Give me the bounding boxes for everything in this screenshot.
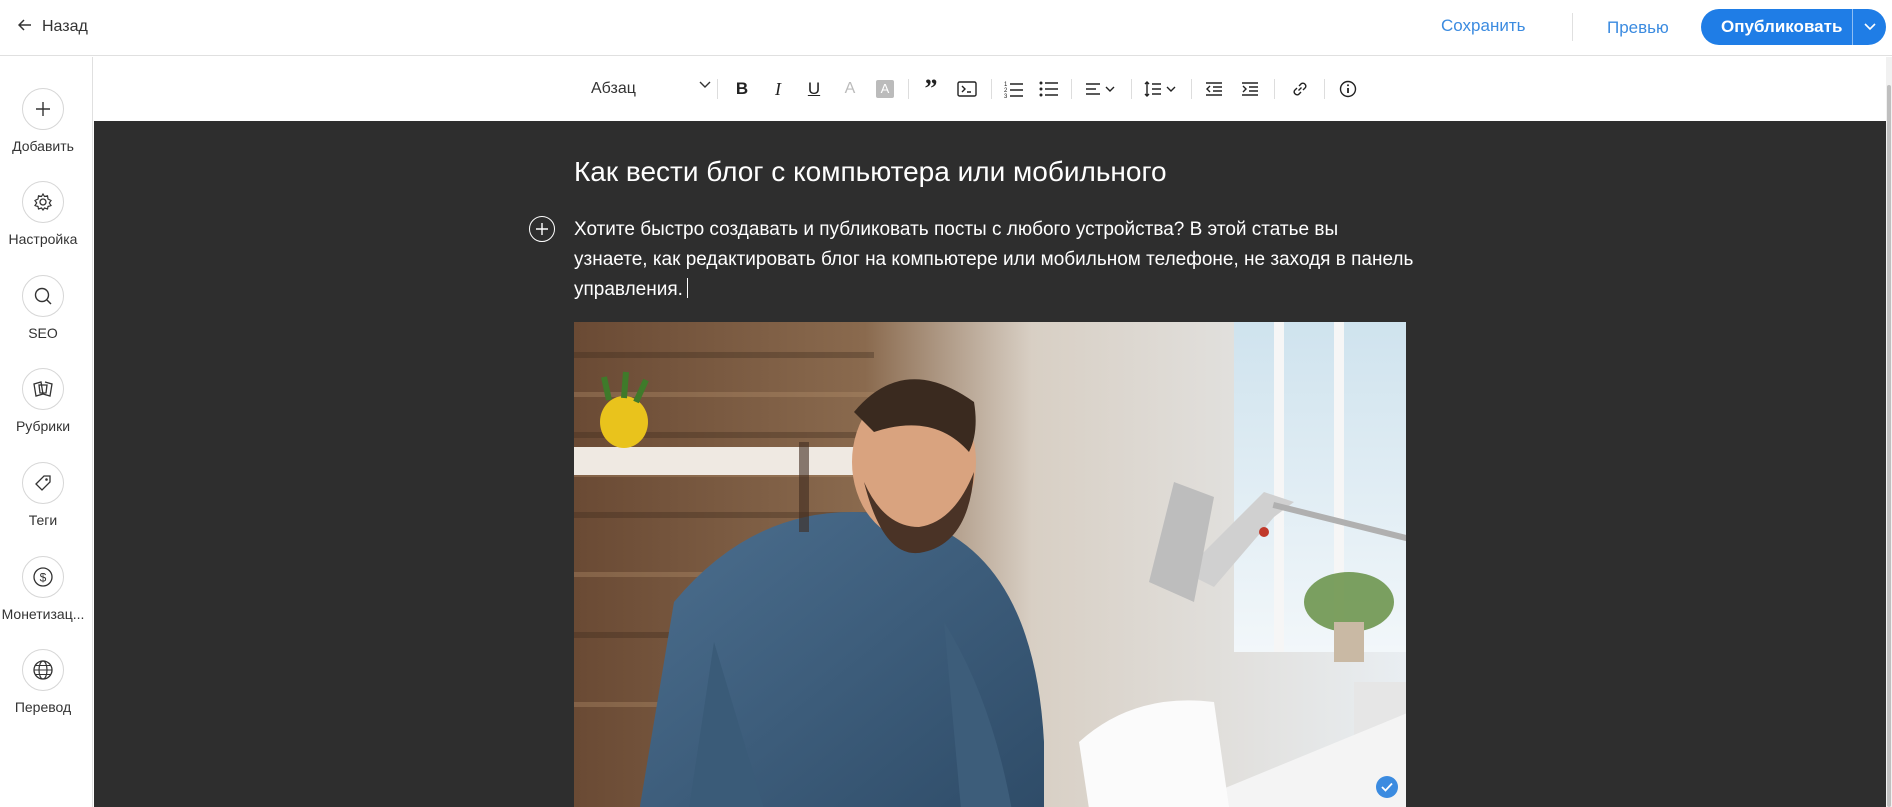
post-title[interactable]: Как вести блог с компьютера или мобильно… — [574, 154, 1474, 190]
info-button[interactable] — [1336, 77, 1360, 101]
check-badge-icon — [1376, 776, 1398, 798]
align-icon — [1086, 83, 1100, 95]
bold-button[interactable]: B — [730, 77, 754, 101]
divider — [1572, 13, 1573, 41]
sidebar-item-translate[interactable]: Перевод — [0, 649, 86, 715]
toolbar-divider — [1274, 79, 1275, 99]
toolbar-divider — [717, 79, 718, 99]
post-image[interactable] — [574, 322, 1406, 807]
scrollbar-thumb[interactable] — [1887, 85, 1891, 807]
chevron-down-icon — [1863, 23, 1876, 31]
ordered-list-button[interactable]: 123 — [1002, 77, 1026, 101]
publish-button[interactable]: Опубликовать — [1701, 17, 1852, 37]
line-spacing-icon — [1144, 81, 1161, 97]
plus-icon — [22, 88, 64, 130]
arrow-left-icon — [17, 18, 32, 36]
bullet-list-icon — [1039, 81, 1058, 97]
sidebar-item-label: Рубрики — [15, 418, 71, 434]
highlight-icon: A — [876, 80, 894, 98]
highlight-button[interactable]: A — [873, 77, 897, 101]
plus-icon — [536, 223, 548, 235]
top-bar: Назад Сохранить Превью Опубликовать — [0, 0, 1892, 56]
save-button[interactable]: Сохранить — [1441, 16, 1525, 36]
sidebar-item-settings[interactable]: Настройка — [0, 181, 86, 247]
toolbar-divider — [991, 79, 992, 99]
line-spacing-button[interactable] — [1142, 77, 1178, 101]
chevron-down-icon — [699, 81, 711, 88]
svg-text:$: $ — [40, 571, 47, 585]
link-button[interactable] — [1288, 77, 1312, 101]
formatting-toolbar: Абзац B I U A A ” 123 — [94, 57, 1886, 121]
post-body-text: Хотите быстро создавать и публиковать по… — [574, 219, 1414, 300]
toolbar-divider — [1191, 79, 1192, 99]
sidebar-item-tags[interactable]: Теги — [0, 462, 86, 528]
sidebar-item-label: Добавить — [12, 138, 74, 154]
text-color-button[interactable]: A — [838, 77, 862, 101]
underline-button[interactable]: U — [802, 77, 826, 101]
sidebar-item-label: Перевод — [14, 699, 72, 715]
increase-indent-button[interactable] — [1238, 77, 1262, 101]
text-cursor — [686, 278, 688, 298]
sidebar-item-label: SEO — [28, 325, 58, 341]
back-button[interactable]: Назад — [17, 15, 88, 39]
sidebar-item-seo[interactable]: SEO — [0, 275, 86, 341]
toolbar-divider — [908, 79, 909, 99]
underline-icon: U — [807, 79, 821, 98]
toolbar-divider — [1071, 79, 1072, 99]
decrease-indent-button[interactable] — [1202, 77, 1226, 101]
globe-icon — [22, 649, 64, 691]
search-icon — [22, 275, 64, 317]
code-block-icon — [957, 81, 977, 97]
italic-icon: I — [775, 78, 781, 99]
dollar-icon: $ — [22, 556, 64, 598]
chevron-down-icon — [1105, 86, 1115, 92]
publish-options-button[interactable] — [1853, 9, 1886, 45]
post-image-illustration — [574, 322, 1406, 807]
scrollbar[interactable] — [1886, 57, 1892, 807]
sidebar-item-monetization[interactable]: $ Монетизац... — [0, 556, 86, 622]
italic-button[interactable]: I — [766, 77, 790, 101]
sidebar-item-label: Монетизац... — [1, 606, 85, 622]
decrease-indent-icon — [1206, 82, 1222, 96]
quote-button[interactable]: ” — [919, 74, 943, 103]
text-color-icon: A — [844, 80, 856, 97]
preview-button[interactable]: Превью — [1607, 18, 1669, 38]
bold-icon: B — [735, 79, 749, 98]
quote-icon: ” — [924, 74, 938, 103]
paragraph-style-label: Абзац — [591, 80, 636, 97]
back-label: Назад — [42, 18, 88, 35]
code-block-button[interactable] — [955, 77, 979, 101]
align-button[interactable] — [1082, 77, 1118, 101]
paragraph-style-select[interactable]: Абзац — [591, 77, 711, 101]
toolbar-divider — [1324, 79, 1325, 99]
ordered-list-icon: 123 — [1004, 82, 1023, 98]
bullet-list-button[interactable] — [1037, 77, 1061, 101]
publish-button-group: Опубликовать — [1701, 9, 1886, 45]
sidebar-item-label: Теги — [28, 512, 58, 528]
link-icon — [1293, 82, 1307, 96]
sidebar-item-categories[interactable]: Рубрики — [0, 368, 86, 434]
gear-icon — [22, 181, 64, 223]
categories-icon — [22, 368, 64, 410]
post-body[interactable]: Хотите быстро создавать и публиковать по… — [574, 215, 1414, 305]
sidebar: Добавить Настройка SEO Рубрики Теги $ Мо… — [0, 57, 93, 807]
info-icon — [1339, 80, 1357, 98]
increase-indent-icon — [1242, 82, 1258, 96]
chevron-down-icon — [1166, 86, 1176, 92]
svg-text:3: 3 — [1004, 94, 1008, 98]
sidebar-item-label: Настройка — [8, 231, 78, 247]
sidebar-item-add[interactable]: Добавить — [0, 88, 86, 154]
add-block-button[interactable] — [529, 216, 555, 242]
tag-icon — [22, 462, 64, 504]
toolbar-divider — [1131, 79, 1132, 99]
